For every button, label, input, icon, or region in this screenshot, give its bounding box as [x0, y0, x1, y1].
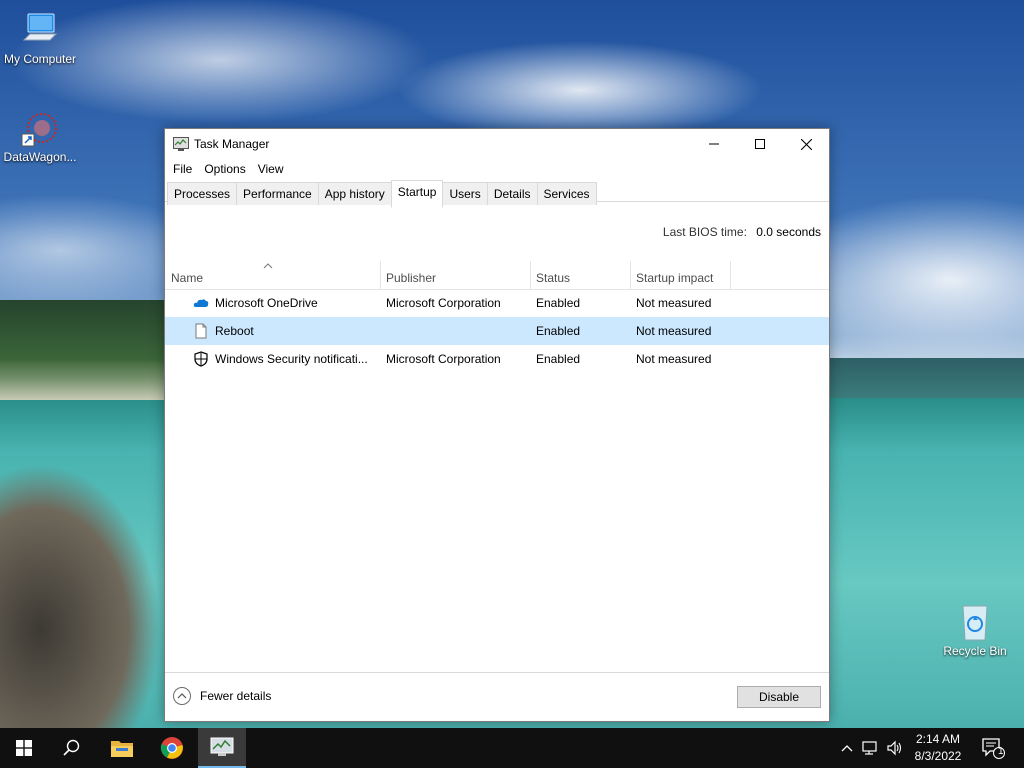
- fewer-details-label: Fewer details: [200, 689, 272, 703]
- close-icon: [800, 138, 812, 150]
- tab-startup[interactable]: Startup: [390, 180, 444, 208]
- row-status: Enabled: [536, 324, 581, 338]
- action-center-button[interactable]: 1: [976, 728, 1010, 768]
- column-header-status[interactable]: Status: [530, 261, 631, 289]
- row-status: Enabled: [536, 352, 581, 366]
- column-header-label: Name: [171, 271, 204, 285]
- row-name: Reboot: [215, 324, 254, 338]
- table-row[interactable]: Reboot Enabled Not measured: [165, 317, 829, 345]
- window-title: Task Manager: [194, 137, 270, 151]
- tab-strip: Processes Performance App history Startu…: [165, 179, 829, 208]
- maximize-button[interactable]: [737, 129, 783, 159]
- notification-count: 1: [998, 746, 1004, 757]
- desktop-icon-datawagon[interactable]: DataWagon...: [0, 108, 80, 164]
- menu-bar: File Options View: [165, 159, 829, 179]
- task-manager-window: Task Manager File Options View Processes…: [164, 128, 830, 722]
- close-button[interactable]: [783, 129, 829, 159]
- windows-logo-icon: [16, 740, 32, 756]
- menu-options[interactable]: Options: [202, 159, 251, 179]
- tab-details[interactable]: Details: [486, 182, 538, 205]
- bios-time: Last BIOS time: 0.0 seconds: [663, 225, 821, 239]
- disable-button[interactable]: Disable: [737, 686, 821, 708]
- column-header-publisher[interactable]: Publisher: [380, 261, 531, 289]
- column-header-label: Startup impact: [636, 271, 714, 285]
- desktop-icon-label: My Computer: [3, 52, 77, 66]
- row-name: Microsoft OneDrive: [215, 296, 318, 310]
- computer-icon: [20, 10, 60, 50]
- column-header-label: Status: [536, 271, 571, 285]
- shield-icon: [194, 351, 208, 367]
- fewer-details-button[interactable]: Fewer details: [173, 687, 271, 705]
- tab-performance[interactable]: Performance: [236, 182, 319, 205]
- row-impact: Not measured: [636, 296, 712, 310]
- chevron-up-icon: [841, 745, 853, 752]
- palm-trees: [0, 300, 170, 400]
- table-row[interactable]: Microsoft OneDrive Microsoft Corporation…: [165, 289, 829, 317]
- network-icon: [862, 741, 877, 755]
- minimize-icon: [709, 143, 719, 145]
- clock-time: 2:14 AM: [915, 732, 961, 746]
- title-bar[interactable]: Task Manager: [165, 129, 829, 159]
- startup-list: Microsoft OneDrive Microsoft Corporation…: [165, 289, 829, 373]
- row-publisher: Microsoft Corporation: [386, 296, 501, 310]
- show-hidden-icons-button[interactable]: [838, 728, 856, 768]
- column-header-row: Name Publisher Status Startup impact: [165, 261, 829, 290]
- tab-services[interactable]: Services: [536, 182, 597, 205]
- column-header-startup-impact[interactable]: Startup impact: [630, 261, 731, 289]
- taskbar-clock[interactable]: 2:14 AM 8/3/2022: [908, 731, 968, 765]
- clock-date: 8/3/2022: [914, 749, 962, 763]
- desktop-icon-label: Recycle Bin: [943, 644, 1007, 658]
- rocks: [0, 430, 170, 728]
- row-status: Enabled: [536, 296, 581, 310]
- bios-time-label: Last BIOS time:: [662, 225, 747, 239]
- bios-time-value: 0.0 seconds: [756, 225, 821, 239]
- task-manager-icon: [173, 137, 189, 151]
- minimize-button[interactable]: [691, 129, 737, 159]
- recycle-bin-icon: [955, 602, 995, 642]
- onedrive-icon: [193, 299, 209, 307]
- network-button[interactable]: [860, 728, 882, 768]
- menu-file[interactable]: File: [171, 159, 198, 179]
- tab-processes[interactable]: Processes: [167, 182, 238, 205]
- task-manager-icon: [210, 737, 234, 756]
- row-impact: Not measured: [636, 352, 712, 366]
- maximize-icon: [755, 139, 765, 149]
- chrome-icon: [160, 737, 183, 759]
- table-row[interactable]: Windows Security notificati... Microsoft…: [165, 345, 829, 373]
- footer-bar: Fewer details Disable: [165, 672, 829, 721]
- row-impact: Not measured: [636, 324, 712, 338]
- desktop-icon-label: DataWagon...: [3, 150, 77, 164]
- taskbar: 2:14 AM 8/3/2022 1: [0, 728, 1024, 768]
- row-publisher: Microsoft Corporation: [386, 352, 501, 366]
- search-icon: [63, 739, 80, 756]
- column-header-name[interactable]: Name: [165, 261, 381, 289]
- volume-button[interactable]: [884, 728, 906, 768]
- file-explorer-button[interactable]: [98, 728, 146, 768]
- tab-users[interactable]: Users: [442, 182, 488, 205]
- task-manager-taskbar-button[interactable]: [198, 728, 246, 768]
- desktop-icon-my-computer[interactable]: My Computer: [0, 10, 80, 66]
- chevron-up-icon: [173, 687, 191, 705]
- tab-app-history[interactable]: App history: [317, 182, 392, 205]
- distant-hills: [828, 358, 1024, 398]
- menu-view[interactable]: View: [256, 159, 290, 179]
- start-button[interactable]: [0, 728, 48, 768]
- datawagon-icon: [20, 108, 60, 148]
- file-icon: [195, 323, 207, 339]
- desktop-icon-recycle-bin[interactable]: Recycle Bin: [935, 602, 1015, 658]
- search-button[interactable]: [48, 728, 96, 768]
- speaker-icon: [887, 740, 902, 756]
- chrome-button[interactable]: [148, 728, 196, 768]
- sort-ascending-icon: [263, 263, 273, 269]
- row-name: Windows Security notificati...: [215, 352, 368, 366]
- column-header-label: Publisher: [386, 271, 437, 285]
- folder-icon: [111, 741, 133, 757]
